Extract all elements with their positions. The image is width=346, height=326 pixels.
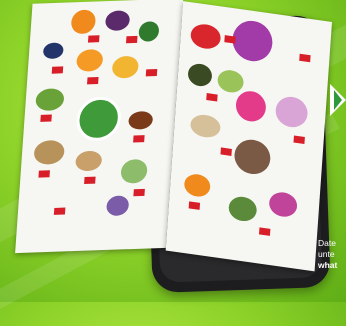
price-tag: [133, 188, 145, 197]
orange-image: [75, 48, 104, 72]
price-tag: [38, 170, 50, 178]
avocado-image: [187, 62, 213, 88]
cabbage-image: [120, 158, 148, 184]
strawberry-image: [189, 22, 222, 51]
price-tag: [87, 77, 99, 85]
brochure-image: [15, 0, 333, 272]
price-tag: [126, 35, 138, 44]
price-tag: [293, 135, 305, 145]
ad-text-line-2: unte: [318, 249, 335, 259]
plant-pot-image: [233, 137, 272, 177]
price-tag: [87, 35, 100, 43]
price-tag: [206, 93, 218, 102]
price-tag: [299, 53, 311, 63]
ad-caption: Date unte what: [318, 238, 346, 271]
price-tag: [84, 176, 96, 185]
freshness-badge: [75, 96, 123, 142]
flower-image: [231, 18, 274, 64]
price-tag: [51, 66, 64, 74]
price-tag: [40, 114, 52, 122]
ad-text-line-3: what: [318, 260, 338, 270]
arrow-icon: [330, 84, 346, 116]
kohlrabi-image: [105, 195, 130, 217]
price-tag: [224, 35, 236, 44]
pepper-image: [127, 110, 154, 130]
brochure-right-page: [165, 1, 332, 272]
potted-plant-image: [268, 190, 298, 219]
price-tag: [145, 69, 158, 77]
nut-image: [74, 150, 103, 172]
herb-image: [227, 194, 258, 223]
citrus-image: [111, 55, 140, 79]
vegetable-image: [35, 88, 65, 112]
grape-image: [104, 10, 131, 32]
price-tag: [53, 207, 66, 215]
bread-image: [189, 113, 222, 140]
orchid-image: [274, 94, 309, 130]
fruit-image: [70, 9, 97, 35]
price-tag: [133, 135, 145, 143]
orange-image: [183, 172, 211, 199]
lettuce-image: [216, 68, 245, 95]
melon-image: [138, 21, 160, 42]
price-tag: [258, 227, 271, 236]
ad-text-line-1: Date: [318, 238, 336, 248]
price-tag: [220, 147, 232, 156]
promo-badge: [234, 89, 267, 124]
price-tag: [188, 201, 201, 210]
potato-image: [33, 139, 66, 165]
brochure-left-page: [15, 0, 184, 254]
berry-image: [42, 42, 64, 60]
